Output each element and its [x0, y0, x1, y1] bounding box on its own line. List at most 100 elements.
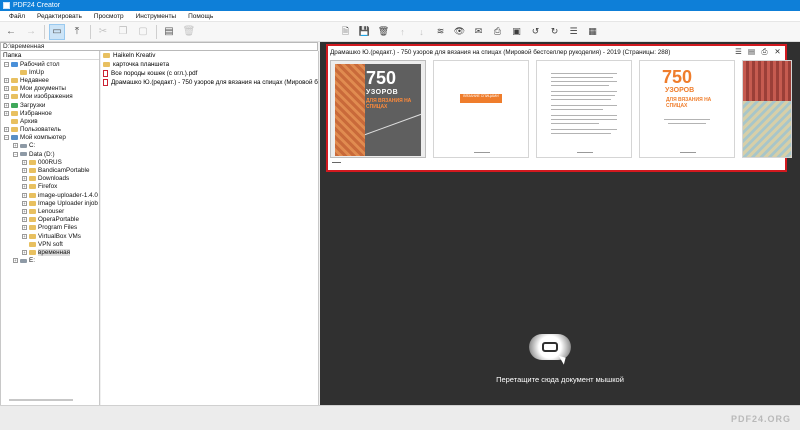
expand-icon[interactable]: + — [22, 176, 27, 182]
forward-icon[interactable]: → — [23, 24, 39, 40]
expand-icon[interactable]: + — [13, 143, 18, 149]
tree-item[interactable]: + Program Files — [1, 224, 99, 232]
tree-item[interactable]: + VirtualBox VMs — [1, 232, 99, 240]
tree-item-label: Program Files — [38, 224, 78, 232]
expand-icon[interactable]: + — [4, 94, 9, 100]
save-icon[interactable]: 💾 — [359, 26, 370, 37]
tree-item[interactable]: + image-uploader-1.4.0 — [1, 191, 99, 199]
delete-doc-icon[interactable]: 🗑 — [378, 26, 389, 37]
tree-item[interactable]: + Пользователь — [1, 126, 99, 134]
tree-item[interactable]: − Data (D:) — [1, 150, 99, 158]
expand-icon[interactable]: + — [4, 110, 9, 116]
tree-item[interactable]: +000RUS — [1, 158, 99, 166]
expand-icon[interactable]: + — [22, 249, 27, 255]
menu-view[interactable]: Просмотр — [88, 13, 130, 20]
tree-item[interactable]: + Мои документы — [1, 85, 99, 93]
tree-item[interactable]: − Рабочий стол — [1, 60, 99, 68]
tree-item[interactable]: + Firefox — [1, 183, 99, 191]
new-document-icon[interactable]: 🗎 — [340, 26, 351, 37]
tree-item[interactable]: + OperaPortable — [1, 216, 99, 224]
expand-icon[interactable]: + — [4, 102, 9, 108]
tree-item[interactable]: + E: — [1, 257, 99, 265]
doc-menu-icon[interactable]: ☰ — [734, 47, 743, 56]
menu-file[interactable]: Файл — [3, 13, 31, 20]
move-down-icon[interactable]: ↓ — [416, 26, 427, 37]
page-thumbnail-2[interactable]: ВЯЗАНИЕ СПИЦАМИ — [433, 60, 529, 158]
cut-icon[interactable]: ✂ — [95, 24, 111, 40]
expand-icon[interactable]: + — [22, 233, 27, 239]
file-item[interactable]: Все породы кошек (с огл.).pdf — [101, 69, 318, 78]
doc-close-icon[interactable]: ✕ — [773, 47, 782, 56]
menu-tools[interactable]: Инструменты — [130, 13, 183, 20]
menu-edit[interactable]: Редактировать — [31, 13, 88, 20]
doc-save-icon[interactable]: ▤ — [747, 47, 756, 56]
cover-image: 750 УЗОРОВ ДЛЯ ВЯЗАНИЯ НА СПИЦАХ — [335, 64, 421, 156]
menu-bar: Файл Редактировать Просмотр Инструменты … — [0, 11, 800, 22]
expand-icon[interactable]: + — [22, 159, 27, 165]
tree-item[interactable]: + Избранное — [1, 109, 99, 117]
compress-icon[interactable]: ▣ — [511, 26, 522, 37]
expand-icon[interactable]: + — [13, 258, 18, 264]
tree-item[interactable]: + Мои изображения — [1, 93, 99, 101]
expand-icon[interactable]: + — [22, 168, 27, 174]
collapse-icon[interactable]: − — [13, 151, 18, 157]
delete-icon[interactable]: 🗑 — [181, 24, 197, 40]
folder-view-icon[interactable]: ▭ — [49, 23, 65, 40]
page-thumbnail-1[interactable]: 750 УЗОРОВ ДЛЯ ВЯЗАНИЯ НА СПИЦАХ — [330, 60, 426, 158]
tree-item[interactable]: Архив — [1, 117, 99, 125]
file-item[interactable]: Haikeln Kreativ — [101, 51, 318, 60]
view-mode-icon[interactable]: ▤ — [161, 24, 177, 40]
rotate-right-icon[interactable]: ↻ — [549, 26, 560, 37]
expand-icon[interactable]: + — [4, 127, 9, 133]
expand-icon[interactable]: + — [4, 77, 9, 83]
print-icon[interactable]: ⎙ — [492, 26, 503, 37]
paste-icon[interactable]: ▢ — [135, 24, 151, 40]
page-thumbnail-5[interactable] — [742, 60, 792, 158]
tree-item[interactable]: + Image Uploader injob — [1, 199, 99, 207]
expand-icon[interactable]: + — [22, 208, 27, 214]
doc-print-icon[interactable]: ⎙ — [760, 47, 769, 56]
expand-icon[interactable]: + — [22, 217, 27, 223]
expand-icon[interactable]: + — [4, 86, 9, 92]
tree-item-label: Data (D:) — [29, 150, 55, 158]
tree-item[interactable]: + Lenouser — [1, 207, 99, 215]
tree-item[interactable]: + BandicamPortable — [1, 166, 99, 174]
collapse-icon[interactable]: − — [4, 135, 9, 141]
page-4-footer — [680, 152, 696, 153]
grid-view-icon[interactable]: ▦ — [587, 26, 598, 37]
tree-item[interactable]: + Недавнее — [1, 76, 99, 84]
file-item[interactable]: карточка планшета — [101, 60, 318, 69]
expand-icon[interactable]: + — [22, 184, 27, 190]
copy-icon[interactable]: ❐ — [115, 24, 131, 40]
path-field[interactable]: D:\временная — [0, 42, 318, 51]
tree-item[interactable]: VPN soft — [1, 240, 99, 248]
expand-icon[interactable]: + — [22, 192, 27, 198]
tree-item[interactable]: + Downloads — [1, 175, 99, 183]
tree-item[interactable]: + Загрузки — [1, 101, 99, 109]
document-card[interactable]: Драмашко Ю.(редакт.) - 750 узоров для вя… — [326, 44, 792, 172]
back-icon[interactable]: ← — [3, 24, 19, 40]
tree-item[interactable]: − Мой компьютер — [1, 134, 99, 142]
rotate-left-icon[interactable]: ↺ — [530, 26, 541, 37]
collapse-icon[interactable]: − — [4, 61, 9, 67]
expand-icon[interactable]: + — [22, 200, 27, 206]
sort-icon[interactable]: ☰ — [568, 26, 579, 37]
email-icon[interactable]: ✉ — [473, 26, 484, 37]
tree-item[interactable]: ImUp — [1, 68, 99, 76]
expand-icon[interactable]: + — [22, 225, 27, 231]
menu-help[interactable]: Помощь — [182, 13, 219, 20]
text-line — [551, 105, 617, 106]
page-4-subtitle: ДЛЯ ВЯЗАНИЯ НА СПИЦАХ — [666, 97, 712, 109]
text-line — [551, 129, 617, 130]
up-level-icon[interactable]: ⤒ — [69, 24, 85, 40]
file-item-label: Драмашко Ю.(редакт.) - 750 узоров для вя… — [111, 79, 318, 86]
page-thumbnail-4[interactable]: 750 УЗОРОВ ДЛЯ ВЯЗАНИЯ НА СПИЦАХ — [639, 60, 735, 158]
tree-item[interactable]: + временная — [1, 248, 99, 256]
move-up-icon[interactable]: ↑ — [397, 26, 408, 37]
file-item[interactable]: Драмашко Ю.(редакт.) - 750 узоров для вя… — [101, 78, 318, 87]
tree-horizontal-scrollbar[interactable] — [9, 399, 73, 401]
preview-eye-icon[interactable]: 👁 — [454, 26, 465, 37]
merge-icon[interactable]: ≋ — [435, 26, 446, 37]
page-thumbnail-3[interactable] — [536, 60, 632, 158]
tree-item[interactable]: + C: — [1, 142, 99, 150]
